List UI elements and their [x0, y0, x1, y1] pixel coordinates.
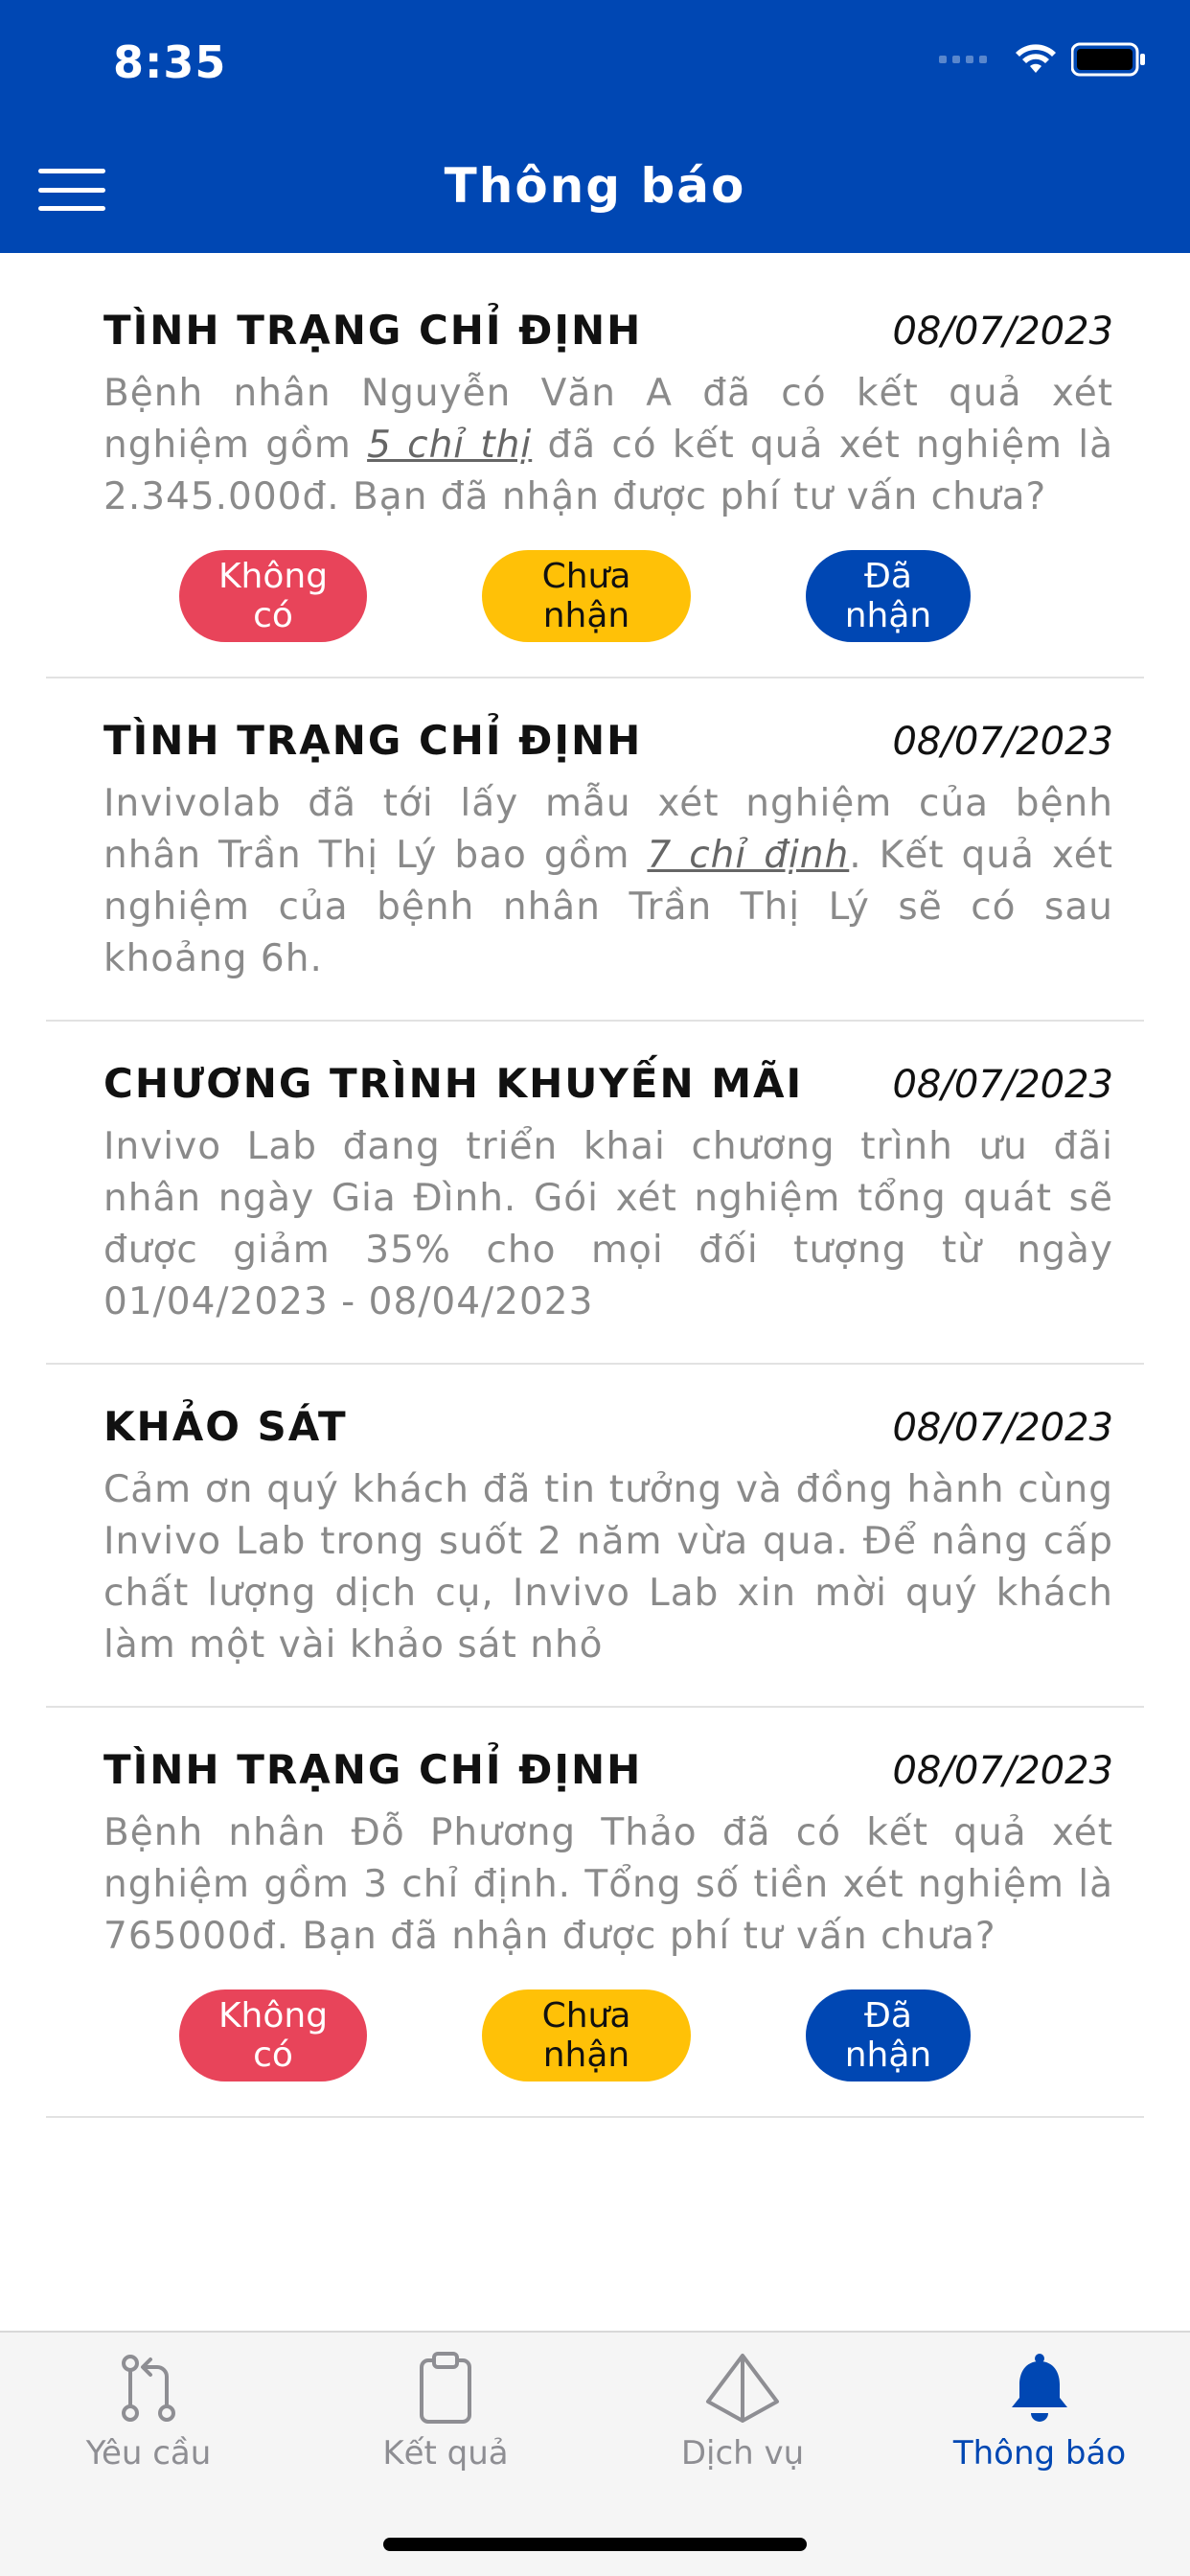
pyramid-icon — [704, 2350, 781, 2426]
tab-label: Yêu cầu — [85, 2434, 212, 2472]
notification-body: Bệnh nhân Nguyễn Văn A đã có kết quả xét… — [103, 372, 1113, 518]
received-button[interactable]: Đã nhận — [806, 550, 971, 642]
notification-body: Bệnh nhân Đỗ Phương Thảo đã có kết quả x… — [103, 1811, 1113, 1958]
tab-services[interactable]: Dịch vụ — [594, 2333, 891, 2476]
tab-label: Kết quả — [382, 2434, 509, 2472]
tab-requests[interactable]: Yêu cầu — [0, 2333, 297, 2476]
notification-body: Cảm ơn quý khách đã tin tưởng và đồng hà… — [103, 1468, 1113, 1667]
notification-card[interactable]: TÌNH TRẠNG CHỈ ĐỊNH 08/07/2023 Invivolab… — [46, 678, 1144, 1022]
card-header: CHƯƠNG TRÌNH KHUYẾN MÃI 08/07/2023 — [103, 1060, 1113, 1117]
notification-date: 08/07/2023 — [892, 1063, 1113, 1107]
notification-date: 08/07/2023 — [892, 1749, 1113, 1793]
not-received-button[interactable]: Chưa nhận — [482, 1990, 691, 2082]
app-header: 8:35 Thông báo — [0, 0, 1190, 253]
action-buttons: Không có Chưa nhận Đã nhận — [103, 1990, 1113, 2082]
notification-list: TÌNH TRẠNG CHỈ ĐỊNH 08/07/2023 Bệnh nhân… — [46, 307, 1144, 2118]
cellular-signal-icon — [939, 56, 987, 63]
tab-label: Thông báo — [952, 2434, 1127, 2472]
notification-body: Invivolab đã tới lấy mẫu xét nghiệm của … — [103, 782, 1113, 980]
notification-date: 08/07/2023 — [892, 1406, 1113, 1450]
notification-date: 08/07/2023 — [892, 310, 1113, 354]
decline-button[interactable]: Không có — [179, 550, 367, 642]
received-button[interactable]: Đã nhận — [806, 1990, 971, 2082]
notification-title: TÌNH TRẠNG CHỈ ĐỊNH — [103, 307, 643, 354]
card-header: KHẢO SÁT 08/07/2023 — [103, 1403, 1113, 1460]
notification-title: KHẢO SÁT — [103, 1403, 348, 1450]
notification-body: Invivo Lab đang triển khai chương trình … — [103, 1125, 1113, 1323]
indication-link[interactable]: 5 chỉ thị — [367, 424, 532, 467]
tab-notifications[interactable]: Thông báo — [891, 2333, 1188, 2476]
not-received-button[interactable]: Chưa nhận — [482, 550, 691, 642]
tab-label: Dịch vụ — [680, 2434, 805, 2472]
notification-date: 08/07/2023 — [892, 720, 1113, 764]
clipboard-icon — [417, 2350, 474, 2426]
action-buttons: Không có Chưa nhận Đã nhận — [103, 550, 1113, 642]
wifi-icon — [1016, 44, 1056, 73]
notification-card[interactable]: CHƯƠNG TRÌNH KHUYẾN MÃI 08/07/2023 Inviv… — [46, 1022, 1144, 1365]
notification-title: CHƯƠNG TRÌNH KHUYẾN MÃI — [103, 1060, 804, 1107]
home-indicator — [383, 2538, 807, 2551]
pull-request-icon — [115, 2350, 182, 2426]
tab-results[interactable]: Kết quả — [297, 2333, 594, 2476]
card-header: TÌNH TRẠNG CHỈ ĐỊNH 08/07/2023 — [103, 717, 1113, 774]
battery-icon — [1071, 42, 1145, 77]
notification-title: TÌNH TRẠNG CHỈ ĐỊNH — [103, 717, 643, 764]
status-icons — [939, 42, 1146, 77]
decline-button[interactable]: Không có — [179, 1990, 367, 2082]
status-time: 8:35 — [113, 36, 227, 88]
notification-card[interactable]: TÌNH TRẠNG CHỈ ĐỊNH 08/07/2023 Bệnh nhân… — [46, 1708, 1144, 2118]
notifications-screen: 8:35 Thông báo TÌNH TRẠNG CHỈ ĐỊNH 08/07… — [0, 0, 1190, 2576]
notification-card[interactable]: KHẢO SÁT 08/07/2023 Cảm ơn quý khách đã … — [46, 1365, 1144, 1708]
bell-icon — [1008, 2350, 1071, 2426]
card-header: TÌNH TRẠNG CHỈ ĐỊNH 08/07/2023 — [103, 1746, 1113, 1804]
card-header: TÌNH TRẠNG CHỈ ĐỊNH 08/07/2023 — [103, 307, 1113, 364]
notification-card[interactable]: TÌNH TRẠNG CHỈ ĐỊNH 08/07/2023 Bệnh nhân… — [46, 307, 1144, 678]
page-title: Thông báo — [444, 158, 746, 214]
notification-title: TÌNH TRẠNG CHỈ ĐỊNH — [103, 1746, 643, 1793]
indication-link[interactable]: 7 chỉ định — [647, 834, 849, 877]
